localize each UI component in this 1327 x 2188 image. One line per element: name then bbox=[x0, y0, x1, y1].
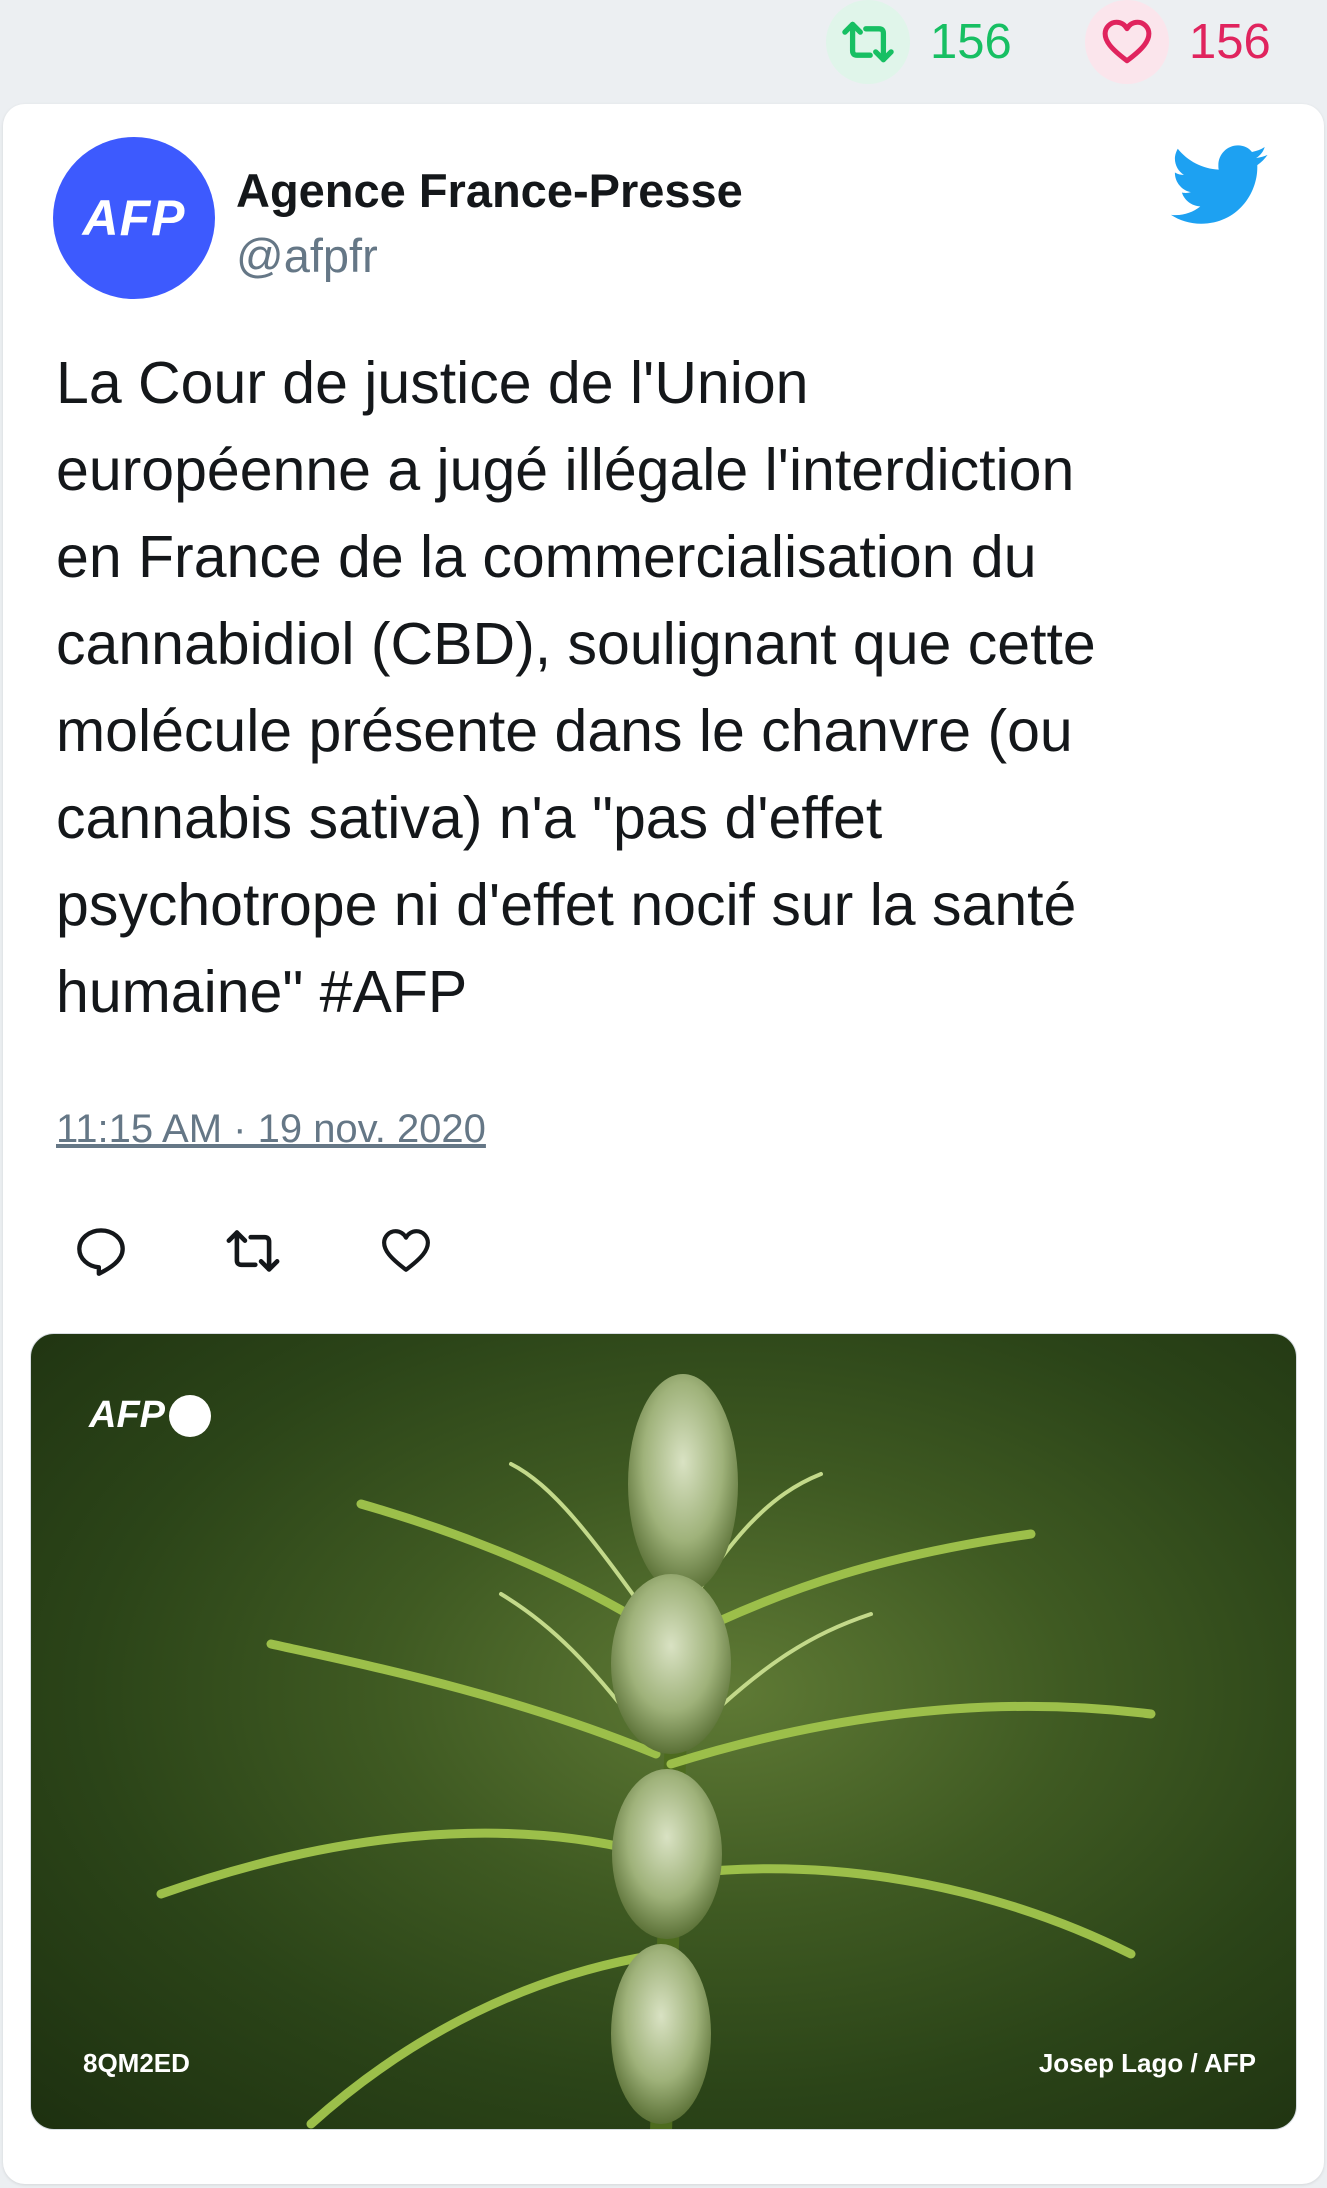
photo-id: 8QM2ED bbox=[83, 2048, 190, 2078]
avatar-text: AFP bbox=[82, 190, 186, 246]
reply-icon bbox=[77, 1228, 125, 1276]
retweet-icon bbox=[826, 0, 910, 84]
retweet-stat[interactable]: 156 bbox=[826, 0, 1012, 84]
avatar[interactable]: AFP bbox=[53, 137, 215, 299]
author-name[interactable]: Agence France-Presse bbox=[236, 163, 743, 218]
watermark-text: AFP bbox=[89, 1394, 165, 1436]
retweet-icon bbox=[226, 1230, 280, 1272]
like-count: 156 bbox=[1189, 15, 1271, 69]
heart-icon bbox=[382, 1229, 430, 1272]
twitter-bird-icon[interactable] bbox=[1170, 145, 1270, 227]
tweet-timestamp[interactable]: 11:15 AM · 19 nov. 2020 bbox=[56, 1107, 486, 1152]
retweet-button[interactable] bbox=[222, 1220, 284, 1282]
afp-watermark-logo: AFP bbox=[89, 1394, 211, 1437]
tweet-actions bbox=[0, 1220, 600, 1290]
like-stat[interactable]: 156 bbox=[1085, 0, 1271, 84]
tweet-photo[interactable]: AFP 8QM2ED Josep Lago / AFP bbox=[30, 1333, 1297, 2130]
photo-credit: Josep Lago / AFP bbox=[1038, 2048, 1256, 2078]
tweet-text: La Cour de justice de l'Union européenne… bbox=[56, 350, 1096, 1025]
like-button[interactable] bbox=[375, 1220, 437, 1282]
heart-icon bbox=[1085, 0, 1169, 84]
watermark-dot bbox=[169, 1394, 211, 1437]
retweet-count: 156 bbox=[930, 15, 1012, 69]
reply-button[interactable] bbox=[70, 1220, 132, 1282]
cannabis-plant-image bbox=[156, 1374, 1156, 2129]
engagement-bar: 156 156 bbox=[0, 0, 1327, 100]
author-handle[interactable]: @afpfr bbox=[236, 228, 378, 283]
